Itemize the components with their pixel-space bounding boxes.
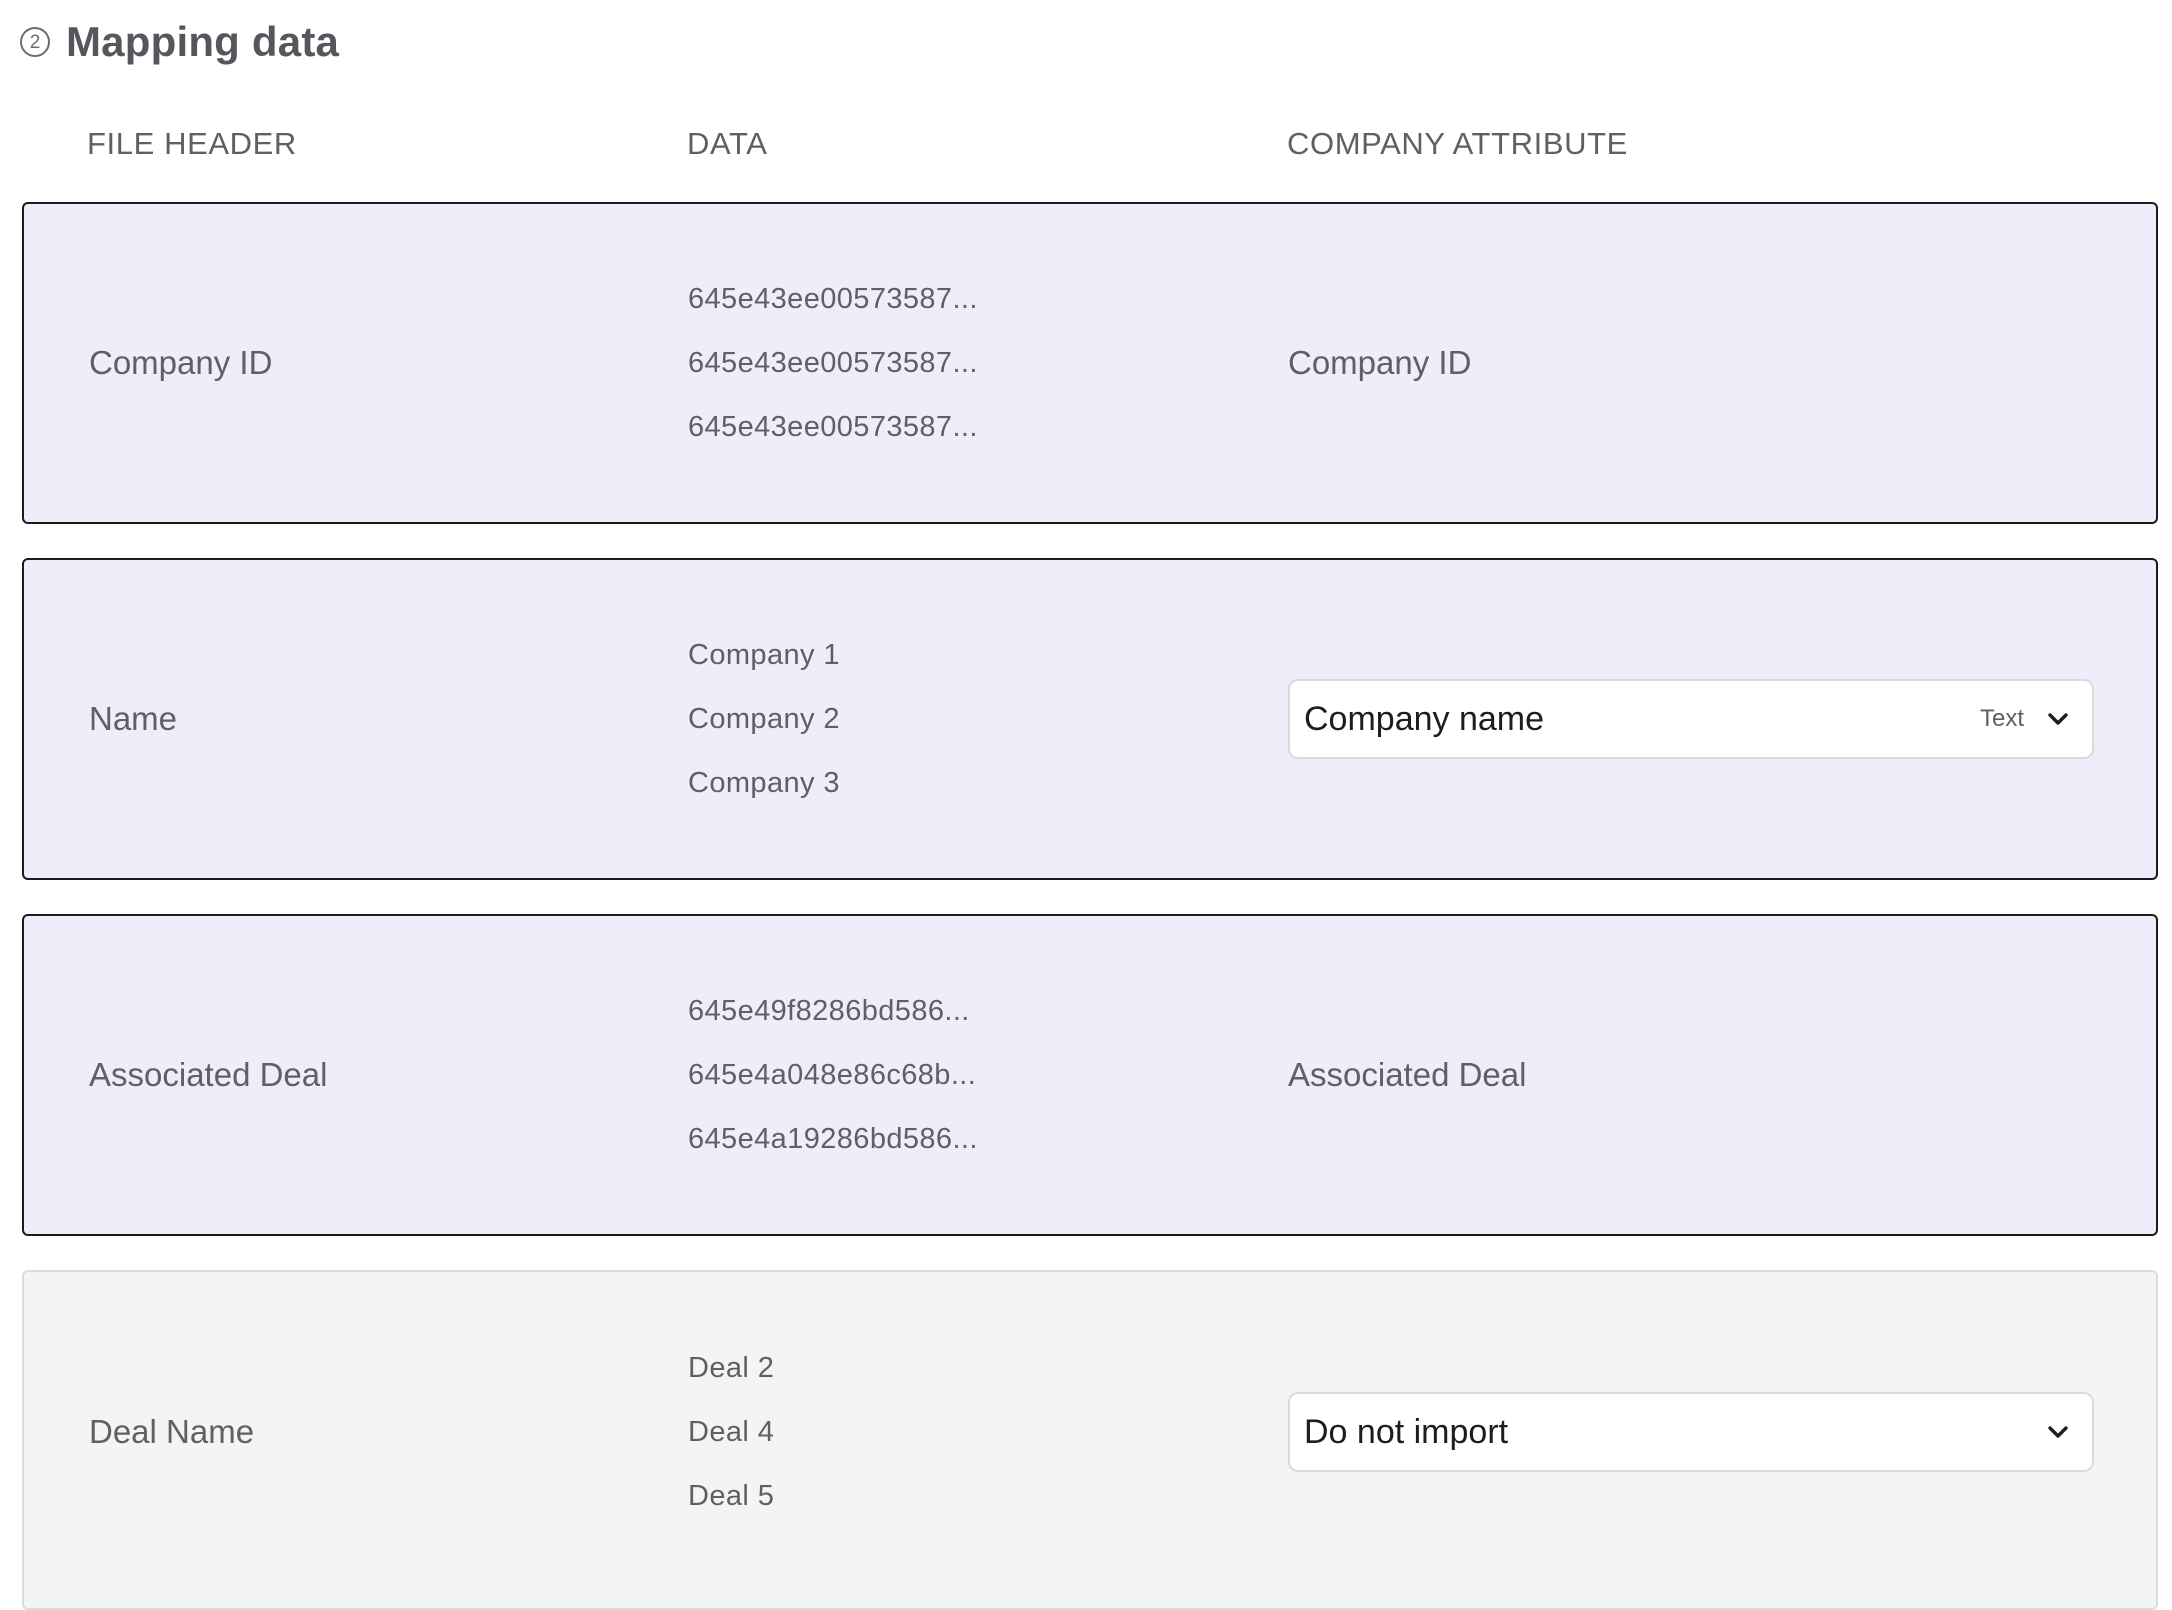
- column-header-file-header: FILE HEADER: [87, 126, 297, 161]
- column-header-company-attribute: COMPANY ATTRIBUTE: [1287, 126, 1628, 161]
- file-header-label: Company ID: [89, 344, 273, 381]
- section-title: 2 Mapping data: [20, 14, 339, 70]
- sample-data-list: Deal 2 Deal 4 Deal 5: [688, 1353, 774, 1511]
- mapping-row-company-id[interactable]: Company ID 645e43ee00573587... 645e43ee0…: [22, 202, 2158, 524]
- sample-data-list: 645e49f8286bd586... 645e4a048e86c68b... …: [688, 996, 978, 1154]
- company-attribute-label: Associated Deal: [1288, 1056, 1527, 1093]
- sample-data-value: Company 2: [688, 703, 840, 735]
- sample-data-list: 645e43ee00573587... 645e43ee00573587... …: [688, 284, 978, 442]
- mapping-row-name[interactable]: Name Company 1 Company 2 Company 3 Compa…: [22, 558, 2158, 880]
- mapping-row-associated-deal[interactable]: Associated Deal 645e49f8286bd586... 645e…: [22, 914, 2158, 1236]
- sample-data-value: 645e4a19286bd586...: [688, 1123, 978, 1155]
- select-value: Do not import: [1304, 1412, 1509, 1451]
- company-attribute-select[interactable]: Do not import: [1288, 1392, 2094, 1472]
- select-value: Company name: [1304, 699, 1545, 738]
- sample-data-value: Deal 5: [688, 1480, 775, 1512]
- file-header-label: Associated Deal: [89, 1056, 328, 1093]
- company-attribute-select[interactable]: Company name Text: [1288, 679, 2094, 759]
- sample-data-value: Deal 4: [688, 1416, 775, 1448]
- step-number-icon: 2: [20, 27, 50, 57]
- file-header-label: Name: [89, 700, 178, 737]
- mapping-row-deal-name[interactable]: Deal Name Deal 2 Deal 4 Deal 5 Do not im…: [22, 1270, 2158, 1610]
- attribute-type-label: Text: [1979, 705, 2024, 732]
- column-header-data: DATA: [687, 126, 768, 161]
- file-header-label: Deal Name: [89, 1413, 255, 1450]
- sample-data-value: 645e4a048e86c68b...: [688, 1059, 977, 1091]
- sample-data-value: 645e43ee00573587...: [688, 411, 978, 443]
- chevron-down-icon: [2046, 707, 2070, 731]
- company-attribute-label: Company ID: [1288, 344, 1472, 381]
- column-headers: FILE HEADER DATA COMPANY ATTRIBUTE: [0, 126, 2172, 166]
- sample-data-value: Company 1: [688, 639, 840, 671]
- sample-data-value: Company 3: [688, 767, 840, 799]
- page-title: Mapping data: [66, 18, 340, 65]
- sample-data-value: 645e49f8286bd586...: [688, 995, 970, 1027]
- sample-data-value: 645e43ee00573587...: [688, 347, 978, 379]
- chevron-down-icon: [2046, 1420, 2070, 1444]
- sample-data-value: Deal 2: [688, 1352, 775, 1384]
- sample-data-list: Company 1 Company 2 Company 3: [688, 640, 840, 798]
- sample-data-value: 645e43ee00573587...: [688, 283, 978, 315]
